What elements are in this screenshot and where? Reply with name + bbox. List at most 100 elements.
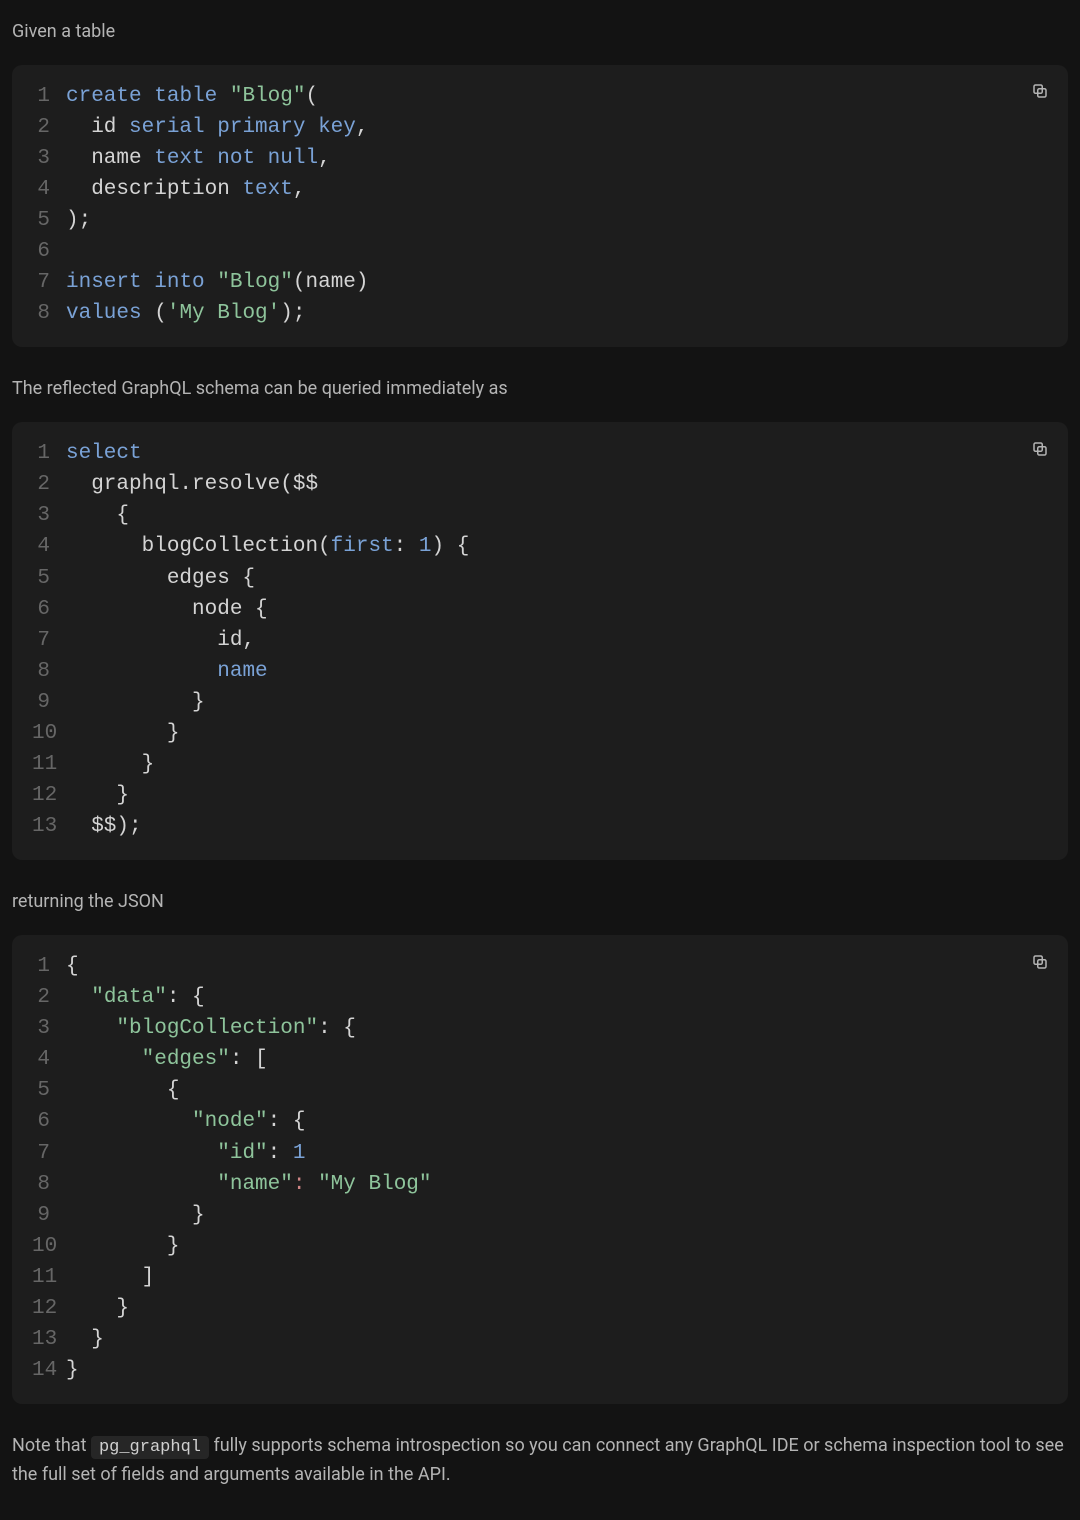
code-line: 3 name text not null, xyxy=(32,143,1048,174)
code-text: } xyxy=(66,1355,1048,1386)
code-text: create table "Blog"( xyxy=(66,81,1048,112)
code-line: 11 ] xyxy=(32,1262,1048,1293)
code-text: name xyxy=(66,656,1048,687)
line-number: 3 xyxy=(32,1013,66,1044)
copy-button[interactable] xyxy=(1026,436,1054,464)
code-text: } xyxy=(66,749,1048,780)
code-text: graphql.resolve($$ xyxy=(66,469,1048,500)
code-line: 6 xyxy=(32,236,1048,267)
code-line: 8 name xyxy=(32,656,1048,687)
code-line: 1select xyxy=(32,438,1048,469)
line-number: 2 xyxy=(32,469,66,500)
line-number: 3 xyxy=(32,143,66,174)
code-text: insert into "Blog"(name) xyxy=(66,267,1048,298)
code-text: id serial primary key, xyxy=(66,112,1048,143)
code-line: 3 { xyxy=(32,500,1048,531)
code-text: } xyxy=(66,1231,1048,1262)
code-line: 2 graphql.resolve($$ xyxy=(32,469,1048,500)
code-text: } xyxy=(66,1324,1048,1355)
code-text: } xyxy=(66,718,1048,749)
line-number: 8 xyxy=(32,656,66,687)
line-number: 13 xyxy=(32,811,66,842)
copy-icon xyxy=(1031,953,1049,974)
code-text: { xyxy=(66,500,1048,531)
code-text: "node": { xyxy=(66,1106,1048,1137)
line-number: 6 xyxy=(32,236,66,267)
paragraph-note: Note that pg_graphql fully supports sche… xyxy=(12,1432,1068,1490)
code-line: 8 "name": "My Blog" xyxy=(32,1169,1048,1200)
code-line: 5 { xyxy=(32,1075,1048,1106)
copy-icon xyxy=(1031,440,1049,461)
note-text-pre: Note that xyxy=(12,1435,91,1456)
copy-icon xyxy=(1031,82,1049,103)
code-line: 4 "edges": [ xyxy=(32,1044,1048,1075)
code-line: 6 node { xyxy=(32,594,1048,625)
line-number: 7 xyxy=(32,267,66,298)
line-number: 10 xyxy=(32,1231,66,1262)
line-number: 4 xyxy=(32,174,66,205)
code-line: 7 "id": 1 xyxy=(32,1138,1048,1169)
code-text: blogCollection(first: 1) { xyxy=(66,531,1048,562)
code-line: 6 "node": { xyxy=(32,1106,1048,1137)
line-number: 1 xyxy=(32,951,66,982)
code-line: 8values ('My Blog'); xyxy=(32,298,1048,329)
code-lines: 1select2 graphql.resolve($$3 {4 blogColl… xyxy=(32,438,1048,842)
code-text: ] xyxy=(66,1262,1048,1293)
code-block-sql-create: 1create table "Blog"(2 id serial primary… xyxy=(12,65,1068,348)
code-line: 12 } xyxy=(32,780,1048,811)
code-line: 9 } xyxy=(32,1200,1048,1231)
paragraph-intro: Given a table xyxy=(12,18,1068,47)
code-line: 7 id, xyxy=(32,625,1048,656)
code-text: } xyxy=(66,780,1048,811)
code-line: 2 "data": { xyxy=(32,982,1048,1013)
line-number: 5 xyxy=(32,1075,66,1106)
line-number: 12 xyxy=(32,780,66,811)
document-content: Given a table 1create table "Blog"(2 id … xyxy=(0,0,1080,1520)
code-lines: 1create table "Blog"(2 id serial primary… xyxy=(32,81,1048,330)
line-number: 10 xyxy=(32,718,66,749)
line-number: 1 xyxy=(32,438,66,469)
line-number: 6 xyxy=(32,1106,66,1137)
line-number: 6 xyxy=(32,594,66,625)
line-number: 3 xyxy=(32,500,66,531)
copy-button[interactable] xyxy=(1026,79,1054,107)
code-text: node { xyxy=(66,594,1048,625)
code-text: edges { xyxy=(66,563,1048,594)
code-line: 3 "blogCollection": { xyxy=(32,1013,1048,1044)
code-line: 13 } xyxy=(32,1324,1048,1355)
inline-code-pg-graphql: pg_graphql xyxy=(91,1436,209,1459)
code-text xyxy=(66,236,1048,267)
code-line: 4 description text, xyxy=(32,174,1048,205)
code-text: } xyxy=(66,1293,1048,1324)
code-text: select xyxy=(66,438,1048,469)
code-line: 12 } xyxy=(32,1293,1048,1324)
line-number: 11 xyxy=(32,749,66,780)
line-number: 9 xyxy=(32,1200,66,1231)
line-number: 2 xyxy=(32,982,66,1013)
line-number: 4 xyxy=(32,531,66,562)
line-number: 5 xyxy=(32,563,66,594)
code-line: 4 blogCollection(first: 1) { xyxy=(32,531,1048,562)
code-line: 13 $$); xyxy=(32,811,1048,842)
line-number: 14 xyxy=(32,1355,66,1386)
code-text: "blogCollection": { xyxy=(66,1013,1048,1044)
code-line: 7insert into "Blog"(name) xyxy=(32,267,1048,298)
line-number: 7 xyxy=(32,625,66,656)
code-text: "name": "My Blog" xyxy=(66,1169,1048,1200)
line-number: 12 xyxy=(32,1293,66,1324)
line-number: 4 xyxy=(32,1044,66,1075)
code-line: 1{ xyxy=(32,951,1048,982)
code-text: "id": 1 xyxy=(66,1138,1048,1169)
code-block-graphql-query: 1select2 graphql.resolve($$3 {4 blogColl… xyxy=(12,422,1068,860)
code-line: 5); xyxy=(32,205,1048,236)
code-text: } xyxy=(66,1200,1048,1231)
line-number: 13 xyxy=(32,1324,66,1355)
copy-button[interactable] xyxy=(1026,949,1054,977)
code-line: 9 } xyxy=(32,687,1048,718)
line-number: 8 xyxy=(32,1169,66,1200)
code-line: 10 } xyxy=(32,718,1048,749)
line-number: 11 xyxy=(32,1262,66,1293)
line-number: 1 xyxy=(32,81,66,112)
code-text: id, xyxy=(66,625,1048,656)
code-line: 11 } xyxy=(32,749,1048,780)
